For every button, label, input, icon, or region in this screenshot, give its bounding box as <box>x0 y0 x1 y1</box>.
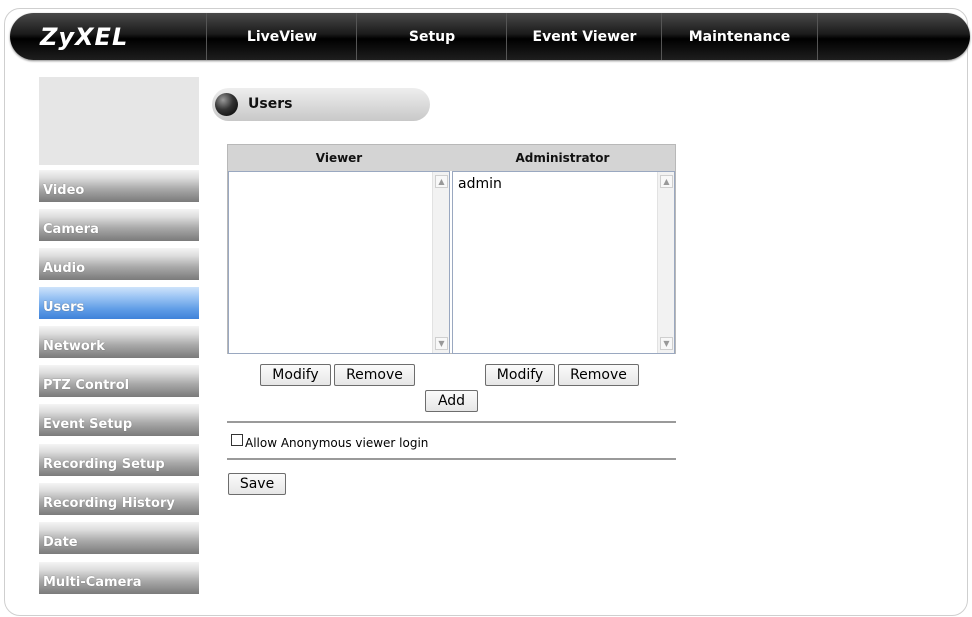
sidebar-item-camera[interactable]: Camera <box>39 209 199 241</box>
administrator-scrollbar[interactable]: ▲ ▼ <box>657 172 674 353</box>
save-button[interactable]: Save <box>228 473 286 495</box>
nav-maintenance[interactable]: Maintenance <box>661 13 818 60</box>
sidebar-item-ptz-control[interactable]: PTZ Control <box>39 365 199 397</box>
section-title-pill <box>212 88 430 121</box>
section-bullet-icon <box>215 93 238 116</box>
top-nav-bar: ZyXEL LiveView Setup Event Viewer Mainte… <box>10 13 970 60</box>
anonymous-login-label: Allow Anonymous viewer login <box>245 436 429 450</box>
viewer-column-header: Viewer <box>228 145 450 171</box>
sidebar-item-video[interactable]: Video <box>39 170 199 202</box>
administrator-remove-button[interactable]: Remove <box>558 364 639 386</box>
sidebar-item-date[interactable]: Date <box>39 522 199 554</box>
administrator-listbox[interactable]: admin ▲ ▼ <box>452 171 675 354</box>
zyxel-logo: ZyXEL <box>40 23 129 51</box>
administrator-modify-button[interactable]: Modify <box>485 364 555 386</box>
scroll-up-icon[interactable]: ▲ <box>435 175 448 188</box>
add-user-button[interactable]: Add <box>425 390 478 412</box>
nav-event-viewer[interactable]: Event Viewer <box>506 13 662 60</box>
scroll-down-icon[interactable]: ▼ <box>435 337 448 350</box>
sidebar-item-audio[interactable]: Audio <box>39 248 199 280</box>
scroll-down-icon[interactable]: ▼ <box>660 337 673 350</box>
viewer-remove-button[interactable]: Remove <box>334 364 415 386</box>
sidebar-item-users[interactable]: Users <box>39 287 199 319</box>
viewer-scrollbar[interactable]: ▲ ▼ <box>432 172 449 353</box>
sidebar-item-recording-setup[interactable]: Recording Setup <box>39 444 199 476</box>
sidebar-header-panel <box>39 77 199 165</box>
viewer-modify-button[interactable]: Modify <box>260 364 331 386</box>
divider <box>227 458 676 460</box>
administrator-column-header: Administrator <box>450 145 675 171</box>
sidebar-item-event-setup[interactable]: Event Setup <box>39 404 199 436</box>
viewer-listbox[interactable]: ▲ ▼ <box>228 171 450 354</box>
sidebar-item-recording-history[interactable]: Recording History <box>39 483 199 515</box>
anonymous-login-checkbox[interactable] <box>231 434 243 446</box>
list-item[interactable]: admin <box>458 176 502 192</box>
page-title: Users <box>248 96 293 112</box>
sidebar-item-network[interactable]: Network <box>39 326 199 358</box>
nav-setup[interactable]: Setup <box>356 13 507 60</box>
nav-liveview[interactable]: LiveView <box>206 13 357 60</box>
sidebar-item-multi-camera[interactable]: Multi-Camera <box>39 562 199 594</box>
scroll-up-icon[interactable]: ▲ <box>660 175 673 188</box>
divider <box>227 421 676 423</box>
